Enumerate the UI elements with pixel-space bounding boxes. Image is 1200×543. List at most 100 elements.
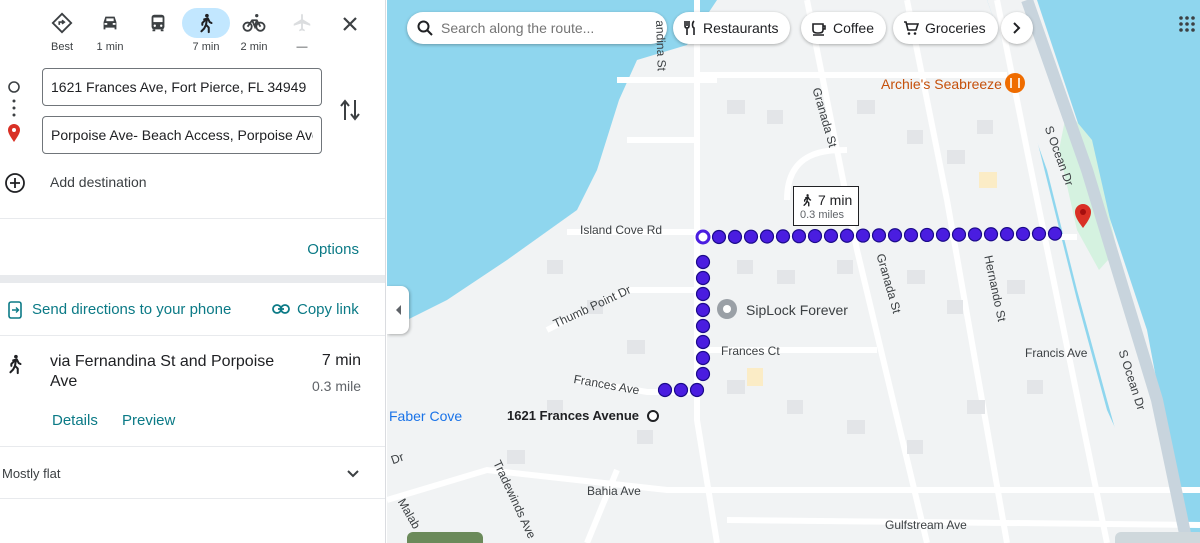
route-dot (951, 227, 967, 242)
origin-label: 1621 Frances Avenue (507, 408, 639, 423)
route-dot (935, 227, 951, 242)
street-label: Island Cove Rd (580, 223, 663, 237)
divider (0, 498, 385, 499)
copy-link-label: Copy link (297, 301, 359, 318)
route-dot (967, 227, 983, 242)
route-dot (695, 286, 711, 302)
street-label: andina St (653, 20, 669, 72)
route-dot (727, 229, 743, 244)
mode-driving[interactable]: 1 min (86, 8, 134, 58)
origin-input[interactable] (42, 68, 322, 106)
street-label: Frances Ct (721, 344, 780, 358)
directions-panel: Best 1 min 7 min 2 min — 1621 Frances Av… (0, 0, 386, 543)
route-dot (1031, 226, 1047, 241)
poi-label[interactable]: SipLock Forever (746, 302, 848, 318)
divider (0, 218, 385, 219)
mode-label: — (296, 41, 308, 53)
mode-walking[interactable]: 7 min (182, 8, 230, 58)
route-dot (695, 366, 711, 382)
destination-input[interactable] (42, 116, 322, 154)
route-dot (999, 227, 1015, 242)
route-tooltip[interactable]: 7 min 0.3 miles (793, 186, 859, 226)
mode-transit[interactable] (134, 8, 182, 58)
mode-flight[interactable]: — (278, 8, 326, 58)
chip-label: Restaurants (703, 20, 779, 36)
poi-label[interactable]: Archie's Seabreeze (881, 76, 1002, 92)
mode-best[interactable]: Best (38, 8, 86, 58)
route-dot (695, 254, 711, 270)
map-canvas[interactable]: Restaurants Coffee Groceries andina St G… (387, 0, 1200, 543)
route-dot (759, 229, 775, 244)
chip-label: Groceries (925, 20, 986, 36)
send-to-phone-label: Send directions to your phone (32, 301, 232, 318)
route-dot (695, 350, 711, 366)
collapse-panel-button[interactable] (387, 286, 409, 334)
chevron-right-icon (1013, 22, 1021, 34)
walking-icon (9, 354, 22, 375)
tooltip-time: 7 min (818, 192, 853, 208)
street-label: Gulfstream Ave (885, 518, 967, 532)
close-icon (343, 17, 357, 31)
route-dot (657, 382, 673, 398)
copy-link-button[interactable]: Copy link (272, 296, 372, 324)
street-label: Bahia Ave (587, 484, 641, 498)
swap-locations-button[interactable] (338, 96, 362, 124)
details-button[interactable]: Details (52, 412, 98, 429)
route-dot (871, 228, 887, 243)
chip-coffee[interactable]: Coffee (801, 12, 886, 44)
map-base (387, 0, 1200, 543)
mode-cycling[interactable]: 2 min (230, 8, 278, 58)
route-dot (903, 227, 919, 243)
route-start-marker (695, 229, 711, 245)
options-button[interactable]: Options (307, 241, 359, 258)
route-dot (839, 228, 855, 243)
route-dot (711, 229, 727, 245)
chip-groceries[interactable]: Groceries (893, 12, 998, 44)
imagery-thumbnail[interactable] (1115, 532, 1200, 543)
preview-button[interactable]: Preview (122, 412, 175, 429)
origin-marker (647, 410, 659, 422)
travel-modes: Best 1 min 7 min 2 min — (0, 0, 385, 62)
route-dot (1047, 226, 1063, 241)
layers-thumbnail[interactable] (407, 532, 483, 543)
transit-icon (151, 14, 165, 32)
send-to-phone-button[interactable]: Send directions to your phone (0, 296, 250, 324)
flight-icon (293, 13, 311, 32)
divider (0, 446, 385, 447)
apps-grid-icon (1179, 16, 1195, 32)
route-endpoints-icon (8, 81, 20, 142)
swap-icon (340, 99, 360, 121)
divider (0, 275, 385, 283)
route-dot (695, 270, 711, 286)
route-dot (695, 302, 711, 318)
elevation-row[interactable]: Mostly flat (0, 450, 385, 498)
route-distance: 0.3 mile (311, 378, 361, 394)
mode-label: 1 min (96, 41, 124, 53)
mode-label: Best (50, 41, 73, 53)
chip-restaurants[interactable]: Restaurants (673, 12, 791, 44)
route-title: via Fernandina St and Porpoise Ave (50, 353, 275, 390)
route-dot (855, 228, 871, 243)
link-icon (272, 304, 290, 314)
add-destination-label: Add destination (50, 174, 147, 190)
street-label: Francis Ave (1025, 346, 1088, 360)
route-search-input[interactable] (439, 19, 663, 37)
route-dot (743, 229, 759, 244)
cart-icon (904, 21, 919, 35)
tooltip-distance: 0.3 miles (800, 209, 845, 221)
route-duration: 7 min (321, 352, 361, 369)
route-dot (1015, 226, 1031, 242)
car-icon (103, 16, 117, 30)
bicycle-icon (242, 14, 266, 32)
add-destination-button[interactable]: Add destination (0, 168, 385, 198)
close-directions-button[interactable] (336, 10, 364, 38)
route-dot (807, 228, 823, 244)
chips-next-button[interactable] (1001, 12, 1033, 44)
chevron-left-icon (396, 305, 401, 315)
route-search[interactable] (407, 12, 667, 44)
walking-icon (803, 194, 812, 207)
google-apps-button[interactable] (1179, 16, 1195, 37)
route-dot (695, 318, 711, 334)
coffee-icon (812, 23, 826, 36)
search-icon (417, 20, 433, 36)
